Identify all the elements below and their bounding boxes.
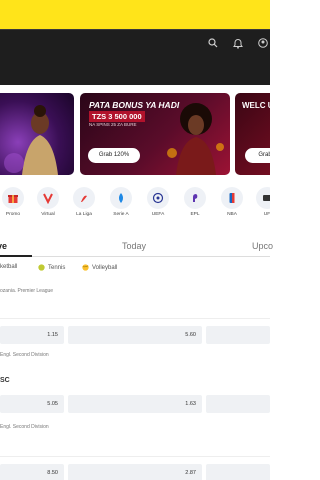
sport-item-serie-a[interactable]: Serie A: [106, 187, 136, 217]
sport-label: Serie A: [113, 212, 129, 217]
filter-label: sketball: [0, 264, 18, 270]
filter-basketball[interactable]: sketball: [0, 264, 17, 270]
promo-person-image: [4, 105, 58, 175]
odd-away-button[interactable]: [206, 464, 270, 480]
sport-item-epl[interactable]: EPL: [180, 187, 210, 217]
odd-draw-button[interactable]: 1.63: [68, 395, 202, 413]
odd-draw-button[interactable]: 5.60: [68, 326, 202, 344]
sport-label: UF: [263, 212, 270, 217]
odd-value: 5.60: [185, 332, 196, 338]
filter-tennis[interactable]: Tennis: [38, 264, 65, 271]
sport-item-virtual[interactable]: Virtual: [33, 187, 63, 217]
uefa-icon: [147, 187, 169, 209]
sport-item-nba[interactable]: NBA: [217, 187, 247, 217]
search-icon[interactable]: [206, 36, 220, 50]
nba-icon: [221, 187, 243, 209]
v-icon: [37, 187, 59, 209]
user-icon[interactable]: [256, 36, 270, 50]
promo-person-image: [167, 103, 224, 175]
odds-row: 1.15 5.60: [0, 326, 270, 344]
sport-label: NBA: [227, 212, 237, 217]
sport-item-uefa[interactable]: UEFA: [143, 187, 173, 217]
grab-bonus-button[interactable]: Grab: [245, 148, 270, 163]
odd-home-button[interactable]: 8.50: [0, 464, 64, 480]
match-tabs: ve Today Upco: [0, 237, 273, 257]
divider: [0, 318, 270, 319]
gift-icon: [2, 187, 24, 209]
promo-title: WELC UP T: [242, 101, 270, 110]
odds-row: 5.05 1.63: [0, 395, 270, 413]
sport-label: EPL: [190, 212, 200, 217]
sport-filters: sketball Tennis Volleyball: [0, 264, 270, 276]
header-actions: [206, 36, 270, 50]
active-tab-indicator: [0, 255, 32, 257]
odd-value: 1.15: [47, 332, 58, 338]
league-name: Engl. Second Division: [0, 352, 49, 358]
promo-banner-2[interactable]: PATA BONUS YA HADI TZS 3 500 000 NA SPIN…: [80, 93, 230, 175]
promo-banner-3[interactable]: WELC UP T Grab: [235, 93, 270, 175]
tab-today[interactable]: Today: [122, 241, 146, 251]
sport-categories: Promo Virtual La Liga Serie A UEFA EPL N…: [0, 187, 270, 227]
odd-home-button[interactable]: 1.15: [0, 326, 64, 344]
promo-amount: TZS 3 500 000: [89, 111, 145, 122]
team-name: SC: [0, 377, 10, 384]
sport-item-promo[interactable]: Promo: [0, 187, 28, 217]
sport-label: UEFA: [151, 212, 165, 217]
seriea-icon: [110, 187, 132, 209]
filter-label: Volleyball: [92, 264, 118, 271]
odd-home-button[interactable]: 5.05: [0, 395, 64, 413]
top-banner-bar: [0, 0, 270, 29]
tennis-icon: [38, 264, 45, 271]
tab-live[interactable]: ve: [0, 241, 7, 251]
filter-label: Tennis: [48, 264, 66, 271]
promo-carousel[interactable]: PATA BONUS YA HADI TZS 3 500 000 NA SPIN…: [0, 93, 270, 175]
sport-label: La Liga: [76, 212, 92, 217]
league-name: Engl. Second Division: [0, 424, 49, 430]
league-name: ozania. Premier League: [0, 288, 54, 294]
odd-away-button[interactable]: [206, 395, 270, 413]
divider: [0, 456, 270, 457]
bell-icon[interactable]: [231, 36, 245, 50]
odd-draw-button[interactable]: 2.87: [68, 464, 202, 480]
sport-label: Promo: [5, 212, 21, 217]
laliga-icon: [73, 187, 95, 209]
promo-banner-1[interactable]: [0, 93, 74, 175]
epl-icon: [184, 187, 206, 209]
volleyball-icon: [82, 264, 89, 271]
odd-away-button[interactable]: [206, 326, 270, 344]
odd-value: 1.63: [185, 401, 196, 407]
grab-bonus-button[interactable]: Grab 120%: [88, 148, 140, 163]
odd-value: 5.05: [47, 401, 58, 407]
promo-subtitle: NA SPINS 25 ZA BURE: [89, 122, 137, 127]
sport-item-ufc[interactable]: UF: [252, 187, 270, 217]
sport-label: Virtual: [41, 212, 55, 217]
ufc-icon: [256, 187, 270, 209]
sport-item-la-liga[interactable]: La Liga: [69, 187, 99, 217]
odds-row: 8.50 2.87: [0, 464, 270, 480]
tab-upcoming[interactable]: Upco: [252, 241, 273, 251]
odd-value: 2.87: [185, 470, 196, 476]
odd-value: 8.50: [47, 470, 58, 476]
filter-volleyball[interactable]: Volleyball: [82, 264, 117, 271]
